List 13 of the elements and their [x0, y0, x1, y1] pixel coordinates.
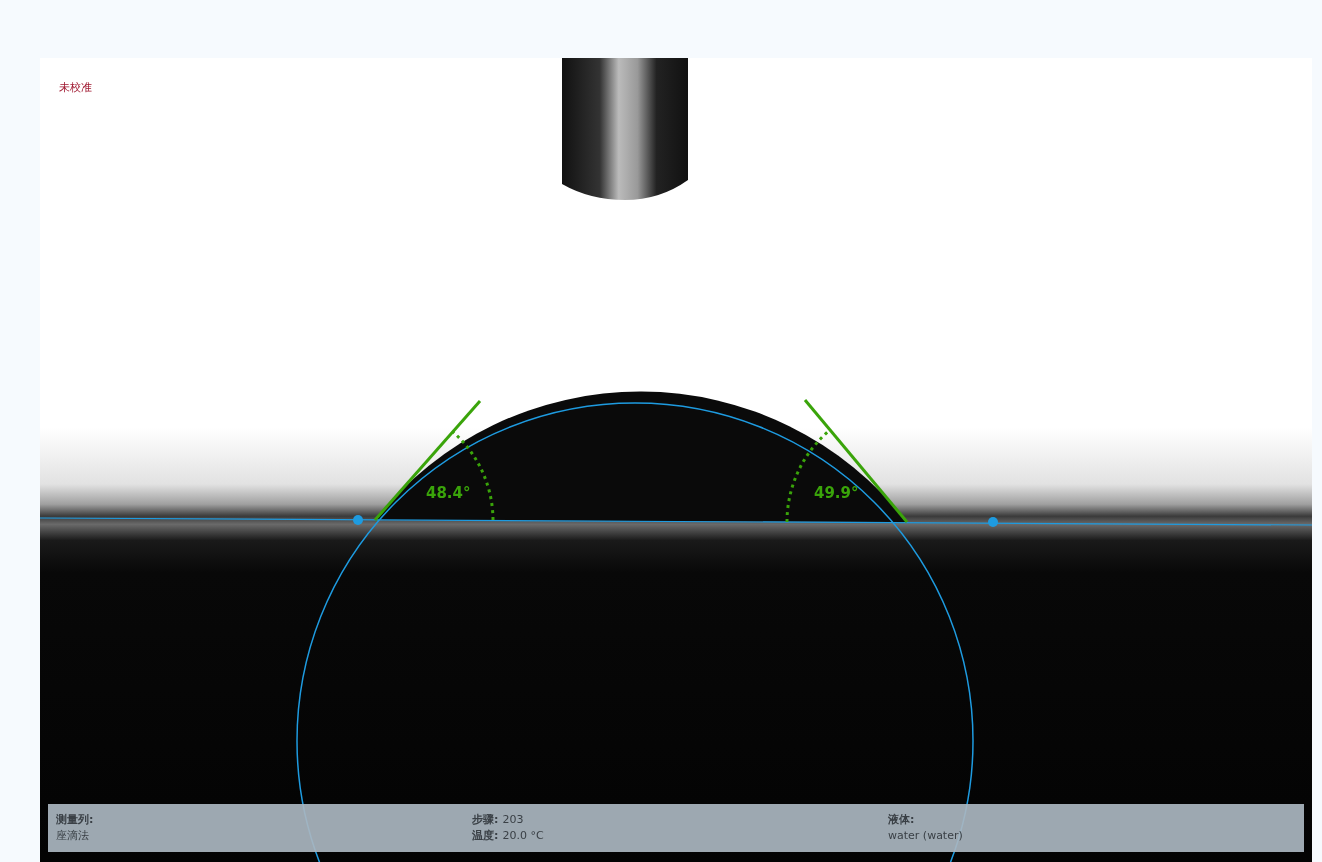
info-label: 液体: [888, 813, 915, 827]
info-value: 203 [502, 813, 524, 827]
baseline-handle[interactable] [353, 515, 363, 525]
calibration-status: 未校准 [59, 80, 92, 95]
info-label: 步骤: [472, 813, 499, 827]
info-label: 测量列: [56, 813, 94, 827]
info-value: water (water) [888, 829, 963, 843]
contact-angle-label: 49.9° [814, 484, 859, 502]
info-value: 座滴法 [56, 829, 89, 843]
baseline-handle[interactable] [988, 517, 998, 527]
info-label: 温度: [472, 829, 499, 843]
contact-angle-label: 48.4° [426, 484, 471, 502]
info-value: 20.0 °C [502, 829, 544, 843]
